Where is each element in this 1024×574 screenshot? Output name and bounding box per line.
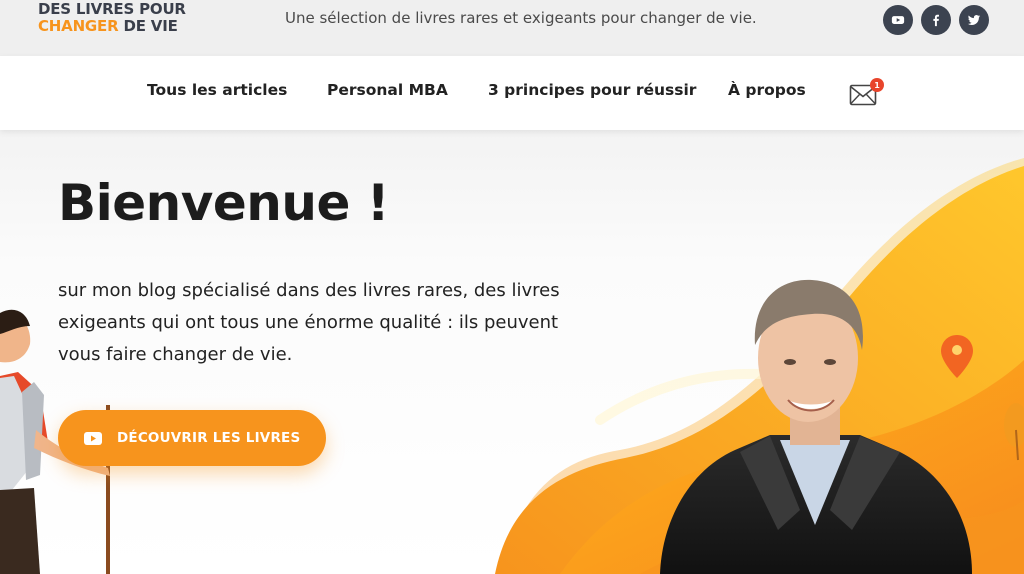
discover-books-button[interactable]: DÉCOUVRIR LES LIVRES bbox=[58, 410, 326, 466]
nav-item-3-principes[interactable]: 3 principes pour réussir bbox=[488, 81, 696, 99]
site-logo[interactable]: DES LIVRES POUR CHANGER DE VIE bbox=[38, 1, 186, 35]
hero-section: Bienvenue ! sur mon blog spécialisé dans… bbox=[0, 130, 1024, 574]
nav-item-personal-mba[interactable]: Personal MBA bbox=[327, 81, 448, 99]
nav-item-a-propos[interactable]: À propos bbox=[728, 81, 806, 99]
logo-line-2-rest: DE VIE bbox=[118, 17, 178, 35]
hero-title: Bienvenue ! bbox=[58, 174, 390, 232]
facebook-icon[interactable] bbox=[921, 5, 951, 35]
discover-books-label: DÉCOUVRIR LES LIVRES bbox=[117, 430, 301, 446]
notification-badge: 1 bbox=[870, 78, 884, 92]
main-nav: Tous les articles Personal MBA 3 princip… bbox=[0, 56, 1024, 130]
site-tagline: Une sélection de livres rares et exigean… bbox=[285, 9, 757, 27]
logo-line-1: DES LIVRES POUR bbox=[38, 0, 186, 18]
hero-intro: sur mon blog spécialisé dans des livres … bbox=[58, 280, 560, 365]
logo-line-2-accent: CHANGER bbox=[38, 17, 119, 35]
top-bar: DES LIVRES POUR CHANGER DE VIE Une sélec… bbox=[0, 0, 1024, 56]
social-links bbox=[883, 5, 989, 35]
youtube-icon[interactable] bbox=[883, 5, 913, 35]
twitter-icon[interactable] bbox=[959, 5, 989, 35]
newsletter-button[interactable]: 1 bbox=[849, 78, 885, 108]
nav-item-articles[interactable]: Tous les articles bbox=[147, 81, 287, 99]
youtube-icon bbox=[84, 431, 102, 445]
